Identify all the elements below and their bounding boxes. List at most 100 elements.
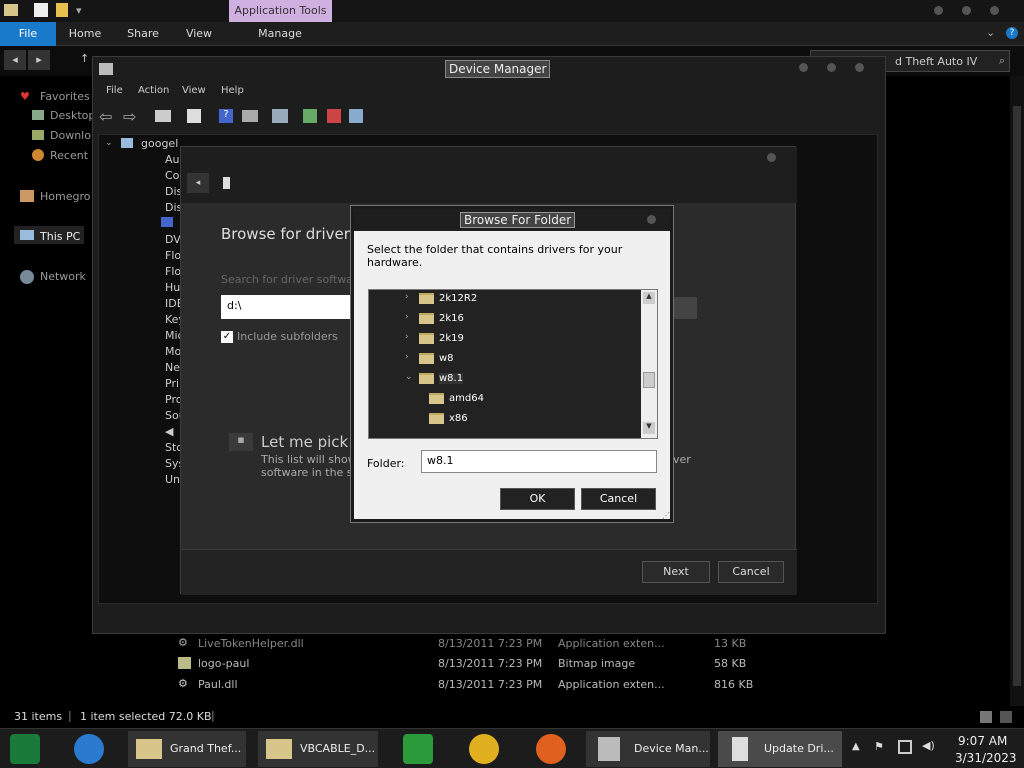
resize-grip-icon[interactable]: ⋰ <box>662 511 670 520</box>
properties-icon[interactable] <box>34 3 48 17</box>
tiles-view-icon[interactable] <box>1000 711 1012 723</box>
path-input[interactable]: d:\ <box>221 295 351 319</box>
scroll-thumb[interactable] <box>643 372 655 388</box>
chevron-right-icon[interactable]: › <box>405 292 409 302</box>
next-button[interactable]: Next <box>642 561 710 583</box>
tree-root[interactable]: googel <box>141 137 178 150</box>
ok-button[interactable]: OK <box>500 488 575 510</box>
enable-device-icon[interactable] <box>349 109 363 123</box>
flag-icon[interactable]: ⚑ <box>874 740 884 753</box>
search-input[interactable]: d Theft Auto IV <box>895 55 977 68</box>
chrome-icon[interactable] <box>469 734 499 764</box>
file-row[interactable]: logo-paul 8/13/2011 7:23 PM Bitmap image… <box>178 654 778 674</box>
forward-icon[interactable]: ▸ <box>28 50 50 70</box>
cancel-button[interactable]: Cancel <box>718 561 784 583</box>
tab-home[interactable]: Home <box>60 22 110 46</box>
back-icon[interactable]: ◂ <box>4 50 26 70</box>
menu-file[interactable]: File <box>106 85 123 96</box>
nav-downloads[interactable]: Downlo <box>50 129 91 142</box>
tree-item[interactable]: x86 <box>369 410 641 428</box>
network-icon[interactable] <box>898 740 912 754</box>
close-icon[interactable] <box>855 63 864 72</box>
scroll-thumb[interactable] <box>1013 106 1021 686</box>
uninstall-icon[interactable] <box>327 109 341 123</box>
chevron-right-icon[interactable]: › <box>405 312 409 322</box>
start-icon[interactable] <box>10 734 40 764</box>
cancel-button[interactable]: Cancel <box>581 488 656 510</box>
wizard-heading: Browse for driver s <box>221 225 363 243</box>
internet-explorer-icon[interactable] <box>74 734 104 764</box>
maximize-icon[interactable] <box>827 63 836 72</box>
tree-item[interactable]: › 2k16 <box>369 310 641 328</box>
ribbon-tabs: File Home Share View Manage ⌄ ? <box>0 22 1024 46</box>
new-folder-icon[interactable] <box>56 3 68 17</box>
chevron-down-icon[interactable]: ⌄ <box>405 372 413 382</box>
chevron-right-icon[interactable]: › <box>405 352 409 362</box>
file-type: Application exten... <box>558 637 665 650</box>
checkbox-checked[interactable]: ✓ <box>221 331 233 343</box>
menu-view[interactable]: View <box>182 85 206 96</box>
tab-view[interactable]: View <box>174 22 224 46</box>
chevron-right-icon[interactable]: › <box>405 332 409 342</box>
close-icon[interactable] <box>767 153 776 162</box>
forward-arrow-icon[interactable]: ⇨ <box>123 107 136 126</box>
close-icon[interactable] <box>647 215 656 224</box>
view-icon[interactable] <box>242 110 258 122</box>
tree-item[interactable]: amd64 <box>369 390 641 408</box>
folder-tree: › 2k12R2 › 2k16 › 2k19 › w8 ⌄ w8.1 amd64 <box>368 289 658 439</box>
minimize-icon[interactable] <box>799 63 808 72</box>
menu-help[interactable]: Help <box>221 85 244 96</box>
taskbar-app[interactable]: Device Man... <box>586 731 710 767</box>
help-icon[interactable]: ? <box>219 109 233 123</box>
browse-button-hidden[interactable] <box>673 297 697 319</box>
maximize-icon[interactable] <box>962 6 971 15</box>
folder-input[interactable]: w8.1 <box>421 450 657 473</box>
nav-network[interactable]: Network <box>40 270 86 283</box>
nav-favorites[interactable]: Favorites <box>40 90 90 103</box>
show-hide-tree-icon[interactable] <box>155 110 171 122</box>
close-icon[interactable] <box>990 6 999 15</box>
chevron-down-icon[interactable]: ⌄ <box>986 26 995 39</box>
tree-item[interactable]: › 2k19 <box>369 330 641 348</box>
tree-item[interactable]: › w8 <box>369 350 641 368</box>
details-view-icon[interactable] <box>980 711 992 723</box>
search-icon[interactable]: ⌕ <box>999 54 1005 68</box>
scroll-down-icon[interactable]: ▼ <box>643 422 655 434</box>
chevron-down-icon[interactable]: ⌄ <box>105 138 113 148</box>
scroll-up-icon[interactable]: ▲ <box>643 292 655 304</box>
arrow-right-icon[interactable]: ▪ <box>229 433 253 451</box>
update-driver-icon[interactable] <box>303 109 317 123</box>
tab-file[interactable]: File <box>0 22 56 46</box>
taskbar-app-active[interactable]: Update Dri... <box>718 731 842 767</box>
nav-homegroup[interactable]: Homegro <box>40 190 90 203</box>
nav-desktop[interactable]: Desktop <box>50 109 95 122</box>
volume-icon[interactable]: ◀) <box>922 739 935 752</box>
show-hidden-icons[interactable]: ▲ <box>852 741 860 752</box>
back-icon[interactable]: ◂ <box>187 173 209 193</box>
tree-scrollbar[interactable]: ▲ ▼ <box>641 290 657 438</box>
back-arrow-icon[interactable]: ⇦ <box>99 107 112 126</box>
taskbar-app[interactable]: VBCABLE_D... <box>258 731 378 767</box>
nav-this-pc[interactable]: This PC <box>40 230 80 243</box>
file-row[interactable]: ⚙ LiveTokenHelper.dll 8/13/2011 7:23 PM … <box>178 634 778 654</box>
pick-driver-title[interactable]: Let me pick f <box>261 433 358 451</box>
tree-item-selected[interactable]: ⌄ w8.1 <box>369 370 641 388</box>
clock-date[interactable]: 3/31/2023 <box>955 751 1017 765</box>
scrollbar[interactable] <box>1010 76 1024 706</box>
store-icon[interactable] <box>403 734 433 764</box>
minimize-icon[interactable] <box>934 6 943 15</box>
scan-hardware-icon[interactable] <box>272 109 288 123</box>
folder-icon[interactable] <box>4 4 18 16</box>
tree-item[interactable]: › 2k12R2 <box>369 290 641 308</box>
properties-icon[interactable] <box>187 109 201 123</box>
file-row[interactable]: ⚙ Paul.dll 8/13/2011 7:23 PM Application… <box>178 675 778 695</box>
dropdown-icon[interactable]: ▾ <box>76 4 82 17</box>
tab-share[interactable]: Share <box>118 22 168 46</box>
menu-action[interactable]: Action <box>138 85 169 96</box>
up-icon[interactable]: ↑ <box>80 52 89 65</box>
taskbar-app[interactable]: Grand Thef... <box>128 731 246 767</box>
help-icon[interactable]: ? <box>1006 27 1018 39</box>
clock-time[interactable]: 9:07 AM <box>958 734 1007 748</box>
tab-manage[interactable]: Manage <box>236 22 324 46</box>
firefox-icon[interactable] <box>536 734 566 764</box>
